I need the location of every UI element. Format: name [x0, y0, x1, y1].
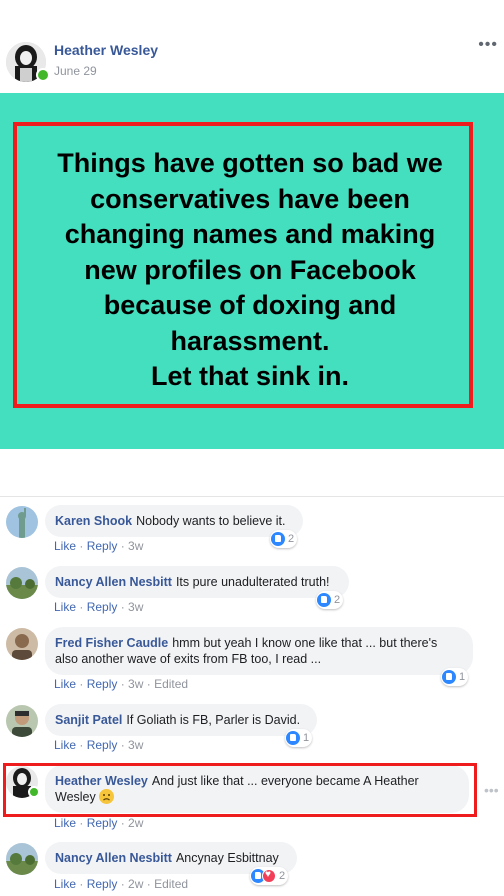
reaction-count[interactable]: 2 [316, 591, 344, 609]
post-header: Heather Wesley June 29 ••• [0, 0, 504, 92]
post-author-name[interactable]: Heather Wesley [54, 42, 158, 58]
like-link[interactable]: Like [54, 877, 76, 891]
reply-link[interactable]: Reply [87, 877, 118, 891]
comment-avatar[interactable] [6, 567, 38, 599]
comment-author[interactable]: Karen Shook [55, 514, 132, 528]
separator: · [117, 600, 129, 614]
like-link[interactable]: Like [54, 816, 76, 830]
like-icon [286, 731, 300, 745]
comment-actions: Like · Reply · 3w [54, 738, 143, 752]
comment-avatar[interactable] [6, 628, 38, 660]
landscape-avatar-image [6, 567, 38, 599]
separator: · [117, 816, 129, 830]
comment-actions: Like · Reply · 3w [54, 539, 143, 553]
comment-avatar[interactable] [6, 705, 38, 737]
comment-bubble: Karen Shook Nobody wants to believe it. [45, 505, 303, 537]
reply-link[interactable]: Reply [87, 600, 118, 614]
person-avatar-image [6, 628, 38, 660]
online-status-icon [36, 68, 50, 82]
comment-actions: Like · Reply · 3w · Edited [54, 677, 188, 691]
comment-text: Nobody wants to believe it. [136, 514, 286, 528]
comment-highlight-box [3, 763, 477, 817]
comment-bubble: Fred Fisher Caudle hmm but yeah I know on… [45, 627, 473, 675]
separator: · [143, 677, 155, 691]
comment-time[interactable]: 3w [128, 677, 143, 691]
comment-text: Ancynay Esbittnay [175, 851, 279, 865]
reaction-number: 1 [303, 732, 310, 744]
reply-link[interactable]: Reply [87, 816, 118, 830]
landscape-avatar-image [6, 843, 38, 875]
comment-author[interactable]: Sanjit Patel [55, 713, 122, 727]
separator: · [76, 600, 87, 614]
comment-time[interactable]: 3w [128, 738, 143, 752]
separator: · [76, 877, 87, 891]
love-icon [262, 869, 276, 883]
post-date[interactable]: June 29 [54, 64, 97, 78]
separator: · [143, 877, 155, 891]
comment-bubble: Nancy Allen Nesbitt Its pure unadulterate… [45, 566, 349, 598]
comment-time[interactable]: 2w [128, 816, 143, 830]
reply-link[interactable]: Reply [87, 539, 118, 553]
like-icon [442, 670, 456, 684]
comment-avatar[interactable] [6, 506, 38, 538]
separator: · [117, 677, 129, 691]
like-link[interactable]: Like [54, 539, 76, 553]
comment-actions: Like · Reply · 3w [54, 600, 143, 614]
reaction-count[interactable]: 1 [441, 668, 469, 686]
person-avatar-image [6, 705, 38, 737]
separator: · [76, 738, 87, 752]
comment-text: Its pure unadulterated truth! [175, 575, 330, 589]
statue-avatar-image [6, 506, 38, 538]
comment-author[interactable]: Nancy Allen Nesbitt [55, 575, 172, 589]
reply-link[interactable]: Reply [87, 738, 118, 752]
edited-label[interactable]: Edited [154, 677, 188, 691]
separator: · [76, 816, 87, 830]
separator: · [117, 877, 129, 891]
separator: · [117, 738, 129, 752]
reaction-count[interactable]: 1 [285, 729, 313, 747]
divider [0, 496, 504, 497]
like-link[interactable]: Like [54, 738, 76, 752]
like-link[interactable]: Like [54, 600, 76, 614]
comment-time[interactable]: 3w [128, 600, 143, 614]
reaction-number: 2 [288, 533, 295, 545]
comment-text: If Goliath is FB, Parler is David. [126, 713, 301, 727]
comment-options-icon[interactable]: ••• [484, 782, 499, 798]
post-image-text: Things have gotten so bad we conservativ… [57, 148, 443, 391]
reaction-number: 2 [334, 594, 341, 606]
comment-bubble: Sanjit Patel If Goliath is FB, Parler is … [45, 704, 317, 736]
reaction-number: 1 [459, 671, 466, 683]
like-link[interactable]: Like [54, 677, 76, 691]
comment-time[interactable]: 2w [128, 877, 143, 891]
reaction-count[interactable]: 2 [270, 530, 298, 548]
comment-actions: Like · Reply · 2w [54, 816, 143, 830]
like-icon [271, 532, 285, 546]
comment-avatar[interactable] [6, 843, 38, 875]
reaction-count[interactable]: 2 [250, 867, 289, 885]
separator: · [117, 539, 129, 553]
reaction-number: 2 [279, 870, 286, 882]
comment-time[interactable]: 3w [128, 539, 143, 553]
like-icon [317, 593, 331, 607]
comment-actions: Like · Reply · 2w · Edited [54, 877, 188, 891]
comment-author[interactable]: Nancy Allen Nesbitt [55, 851, 172, 865]
separator: · [76, 539, 87, 553]
comment-author[interactable]: Fred Fisher Caudle [55, 636, 168, 650]
edited-label[interactable]: Edited [154, 877, 188, 891]
reply-link[interactable]: Reply [87, 677, 118, 691]
separator: · [76, 677, 87, 691]
more-options-icon[interactable]: ••• [478, 36, 498, 54]
